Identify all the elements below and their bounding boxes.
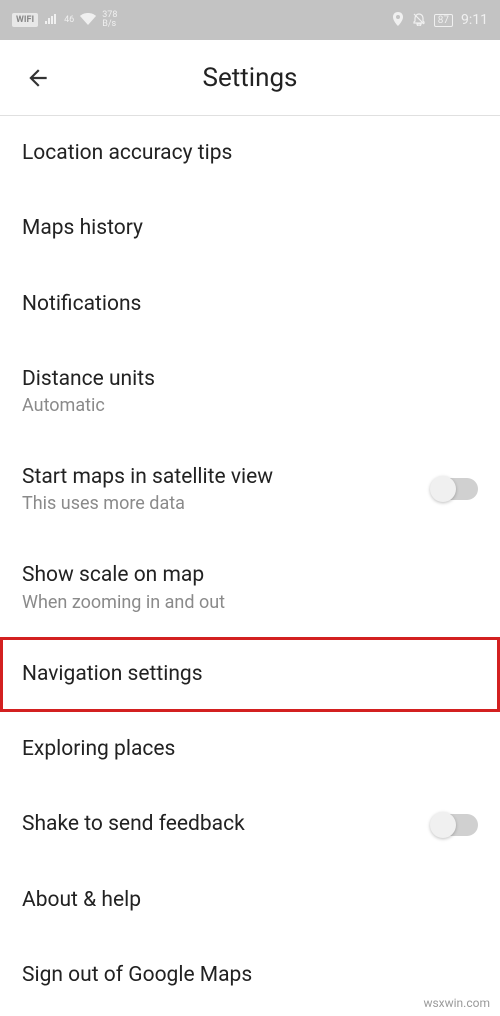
toggle-knob (430, 476, 456, 502)
item-subtitle: This uses more data (22, 493, 432, 514)
status-bar: WIFI 46 378 B/s 87 9:11 (0, 0, 500, 40)
item-title: Navigation settings (22, 661, 478, 688)
wifi-badge: WIFI (12, 13, 38, 27)
wifi-icon (80, 13, 96, 28)
clock-text: 9:11 (461, 12, 488, 28)
toggle-switch[interactable] (432, 814, 478, 836)
back-button[interactable] (18, 58, 58, 98)
item-title: Show scale on map (22, 562, 478, 589)
settings-item-shake-feedback[interactable]: Shake to send feedback (0, 787, 500, 862)
settings-list: Location accuracy tips Maps history Notifi… (0, 116, 500, 1013)
settings-item-show-scale[interactable]: Show scale on map When zooming in and out (0, 538, 500, 636)
settings-item-maps-history[interactable]: Maps history (0, 191, 500, 266)
item-title: About & help (22, 887, 478, 914)
settings-item-location-accuracy-tips[interactable]: Location accuracy tips (0, 116, 500, 191)
item-title: Exploring places (22, 736, 478, 763)
item-title: Start maps in satellite view (22, 464, 432, 491)
toggle-switch[interactable] (432, 478, 478, 500)
settings-item-distance-units[interactable]: Distance unitsAutomatic (0, 342, 500, 440)
settings-item-notifications[interactable]: Notifications (0, 267, 500, 342)
back-arrow-icon (25, 65, 51, 91)
item-title: Location accuracy tips (22, 140, 478, 167)
status-right: 87 9:11 (392, 12, 488, 29)
settings-item-navigation-settings[interactable]: Navigation settings (0, 637, 500, 712)
toggle-knob (430, 812, 456, 838)
item-title: Maps history (22, 215, 478, 242)
app-bar: Settings (0, 40, 500, 116)
location-icon (392, 12, 404, 29)
alarm-off-icon (412, 12, 426, 29)
item-subtitle: Automatic (22, 395, 478, 416)
item-title: Distance units (22, 366, 478, 393)
item-subtitle: When zooming in and out (22, 592, 478, 613)
settings-item-start-maps-satellite[interactable]: Start maps in satellite viewThis uses mo… (0, 440, 500, 538)
signal-icon (44, 13, 58, 28)
settings-item-about-help[interactable]: About & help (0, 863, 500, 938)
status-left: WIFI 46 378 B/s (12, 11, 117, 29)
network-stats: 378 B/s (102, 11, 117, 29)
settings-item-sign-out[interactable]: Sign out of Google Maps (0, 938, 500, 1013)
item-title: Notifications (22, 291, 478, 318)
battery-icon: 87 (434, 14, 453, 27)
signal-text: 46 (64, 15, 74, 25)
settings-item-exploring-places[interactable]: Exploring places (0, 712, 500, 787)
item-title: Sign out of Google Maps (22, 962, 478, 989)
item-title: Shake to send feedback (22, 811, 432, 838)
page-title: Settings (0, 63, 500, 93)
